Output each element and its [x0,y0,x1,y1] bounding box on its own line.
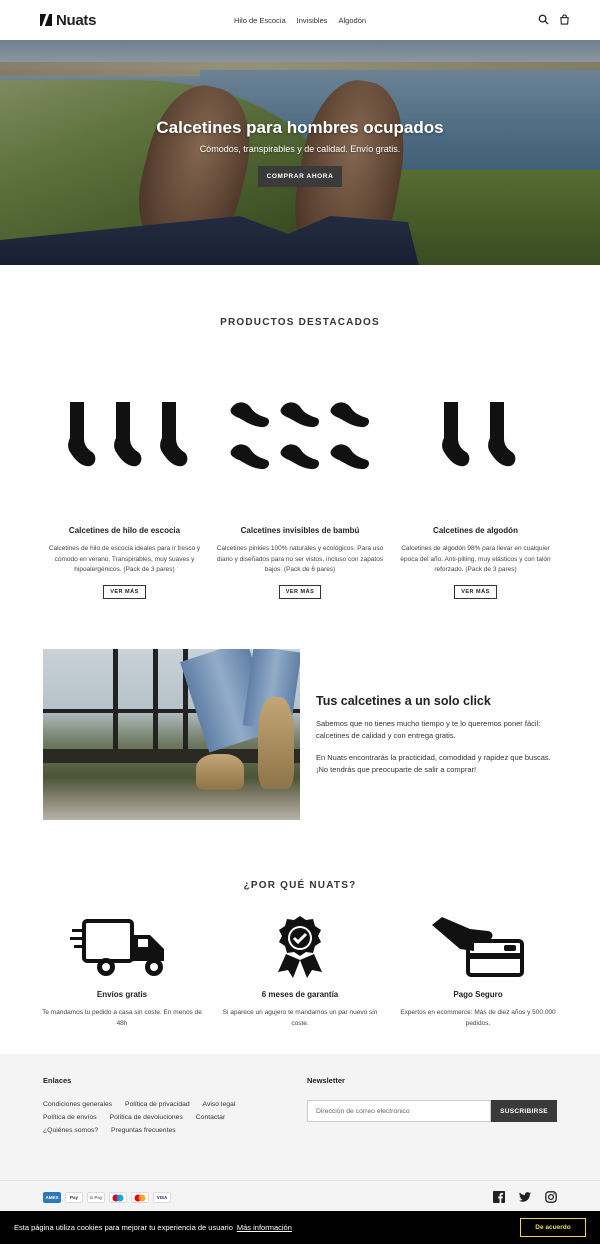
no-show-sock-icon [280,444,319,470]
sock-icon [67,402,95,467]
search-icon[interactable] [538,14,549,25]
footer-link[interactable]: Política de envíos [43,1111,97,1124]
no-show-sock-icon [330,402,369,428]
no-show-sock-icon [230,402,269,428]
hero-content: Calcetines para hombres ocupados Cómodos… [0,118,600,187]
view-more-button[interactable]: VER MÁS [278,584,322,599]
product-description: Calcetines de algodón 98% para llevar en… [400,545,551,573]
no-show-sock-icon [330,444,369,470]
logo[interactable]: Nuats [40,12,96,29]
why-item-description: Te mandamos tu pedido a casa sin coste. … [42,1009,202,1027]
view-more-button[interactable]: VER MÁS [103,584,146,599]
payment-icons: AMEX Pay G Pay VISA [43,1192,171,1203]
sock-icon [441,402,469,467]
product-image[interactable] [388,370,563,500]
why-title: ¿POR QUÉ NUATS? [243,880,357,891]
cookie-text: Esta página utiliza cookies para mejorar… [14,1223,233,1232]
truck-icon [37,912,207,982]
footer-link[interactable]: Preguntas frecuentes [111,1124,176,1137]
footer-link[interactable]: Condiciones generales [43,1098,112,1111]
twitter-icon[interactable] [519,1191,531,1203]
site-footer: Enlaces Condiciones generales Política d… [0,1054,600,1212]
product-name[interactable]: Calcetines de algodón [388,526,563,535]
product-description: Calcetines pinkies 100% naturales y ecol… [216,545,384,573]
no-show-sock-icon [280,402,319,428]
logo-text: Nuats [56,11,97,29]
feature-text: Tus calcetines a un solo click Sabemos q… [316,694,561,776]
mastercard-icon [131,1192,149,1203]
why-item-description: Si aparece un agujero te mandamos un par… [222,1009,378,1027]
google-pay-icon: G Pay [87,1192,105,1203]
view-more-button[interactable]: VER MÁS [454,584,497,599]
why-item: Envíos gratis Te mandamos tu pedido a ca… [37,912,207,1029]
product-card: Calcetines de hilo de escocia Calcetines… [37,370,212,599]
nav-link-hilo-de-escocia[interactable]: Hilo de Escocia [234,16,286,25]
product-image[interactable] [213,370,388,500]
maestro-icon [109,1192,127,1203]
product-card: Calcetines invisibles de bambú Calcetine… [213,370,388,599]
instagram-icon[interactable] [545,1191,557,1203]
apple-pay-icon: Pay [65,1192,83,1203]
product-card: Calcetines de algodón Calcetines de algo… [388,370,563,599]
footer-link[interactable]: Política de privacidad [125,1098,190,1111]
footer-link[interactable]: Contactar [196,1111,225,1124]
hero-banner: Calcetines para hombres ocupados Cómodos… [0,40,600,265]
logo-mark [40,14,52,26]
hero-title: Calcetines para hombres ocupados [156,118,444,137]
social-links [493,1191,557,1203]
card-payment-icon [393,912,563,982]
nav-link-algodon[interactable]: Algodón [339,16,367,25]
footer-links-title: Enlaces [43,1076,72,1085]
no-show-sock-icon [230,444,269,470]
featured-title: PRODUCTOS DESTACADOS [220,317,380,328]
footer-links: Condiciones generales Política de privac… [43,1098,283,1137]
award-badge-icon [215,912,385,982]
sock-icon [113,402,141,467]
feature-image-shoe [196,754,244,790]
fence-rail [153,649,158,759]
newsletter-form: Dirección de correo electrónico SUSCRIBI… [307,1100,557,1122]
why-item-description: Expertos en ecommerce: Más de diez años … [400,1009,556,1027]
fence-rail [113,649,118,759]
visa-icon: VISA [153,1192,171,1203]
cookie-banner: Esta página utiliza cookies para mejorar… [0,1211,600,1244]
amex-icon: AMEX [43,1192,61,1203]
product-grid: Calcetines de hilo de escocia Calcetines… [37,370,563,599]
why-item: Pago Seguro Expertos en ecommerce: Más d… [393,912,563,1029]
hero-subtitle: Cómodos, transpirables y de calidad. Env… [199,144,401,154]
product-name[interactable]: Calcetines de hilo de escocia [37,526,212,535]
feature-paragraph: En Nuats encontrarás la practicidad, com… [316,753,551,774]
subscribe-button[interactable]: SUSCRIBIRSE [491,1100,557,1122]
nav-link-invisibles[interactable]: Invisibles [297,16,328,25]
cookie-more-info-link[interactable]: Más información [237,1223,292,1232]
feature-image [43,649,300,820]
product-description: Calcetines de hilo de escocia ideales pa… [48,545,201,573]
feature-title: Tus calcetines a un solo click [316,694,491,708]
newsletter-email-input[interactable]: Dirección de correo electrónico [307,1100,491,1122]
footer-divider [0,1180,600,1181]
sock-icon [487,402,515,467]
why-grid: Envíos gratis Te mandamos tu pedido a ca… [37,912,563,1029]
header-icons [538,14,570,25]
footer-link[interactable]: ¿Quiénes somos? [43,1124,98,1137]
product-image[interactable] [37,370,212,500]
cookie-accept-button[interactable]: De acuerdo [520,1218,586,1237]
product-name[interactable]: Calcetines invisibles de bambú [213,526,388,535]
newsletter-title: Newsletter [307,1076,345,1085]
why-item: 6 meses de garantía Si aparece un agujer… [215,912,385,1029]
feature-paragraph: Sabemos que no tienes mucho tiempo y te … [316,719,541,740]
facebook-icon[interactable] [493,1191,505,1203]
sock-icon [159,402,187,467]
why-item-title: 6 meses de garantía [261,990,339,999]
shop-now-button[interactable]: COMPRAR AHORA [257,166,343,187]
why-item-title: Envíos gratis [96,990,148,999]
low-sock-grid [229,400,371,470]
why-item-title: Pago Seguro [453,990,503,999]
footer-link[interactable]: Política de devoluciones [110,1111,183,1124]
cart-icon[interactable] [559,14,570,25]
feature-image-shoe [258,697,294,789]
footer-link[interactable]: Aviso legal [203,1098,236,1111]
